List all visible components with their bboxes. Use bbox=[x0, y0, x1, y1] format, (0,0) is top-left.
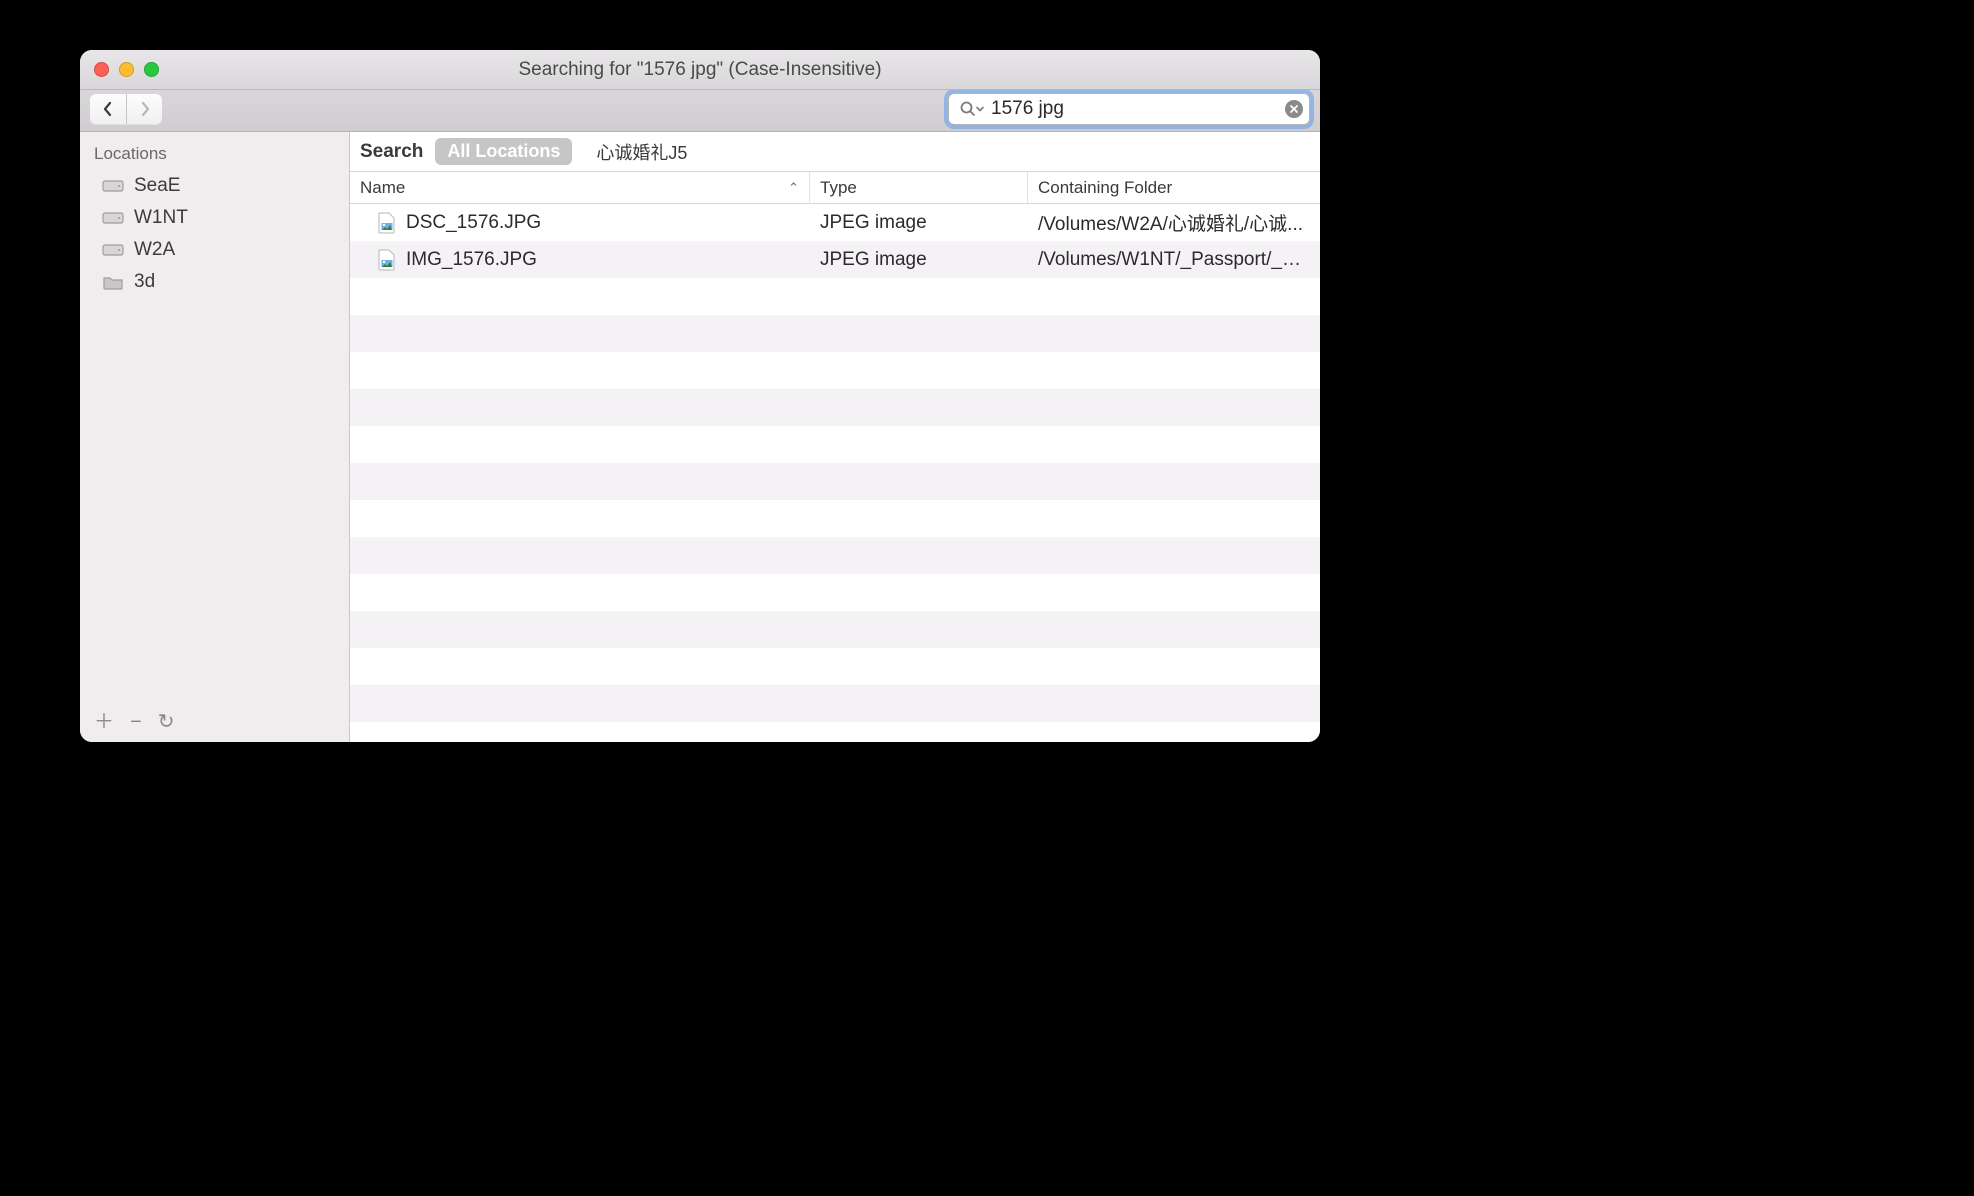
folder-icon bbox=[102, 273, 124, 291]
file-type: JPEG image bbox=[810, 212, 1028, 234]
clear-search-icon[interactable] bbox=[1285, 100, 1303, 118]
reload-icon[interactable]: ↻ bbox=[158, 712, 175, 732]
column-header-label: Name bbox=[360, 178, 405, 198]
titlebar[interactable]: Searching for "1576 jpg" (Case-Insensiti… bbox=[80, 50, 1320, 90]
search-scope-bar: Search All Locations 心诚婚礼J5 bbox=[350, 132, 1320, 172]
sidebar-item-label: SeaE bbox=[134, 175, 180, 197]
search-icon[interactable] bbox=[959, 100, 985, 118]
file-name: IMG_1576.JPG bbox=[406, 249, 537, 271]
scope-option-folder[interactable]: 心诚婚礼J5 bbox=[584, 136, 699, 168]
drive-icon bbox=[102, 209, 124, 227]
sidebar-item-folder[interactable]: 3d bbox=[80, 266, 349, 298]
results-header: Name ⌃ Type Containing Folder bbox=[350, 172, 1320, 204]
file-name: DSC_1576.JPG bbox=[406, 212, 541, 234]
search-scope-label: Search bbox=[360, 141, 423, 163]
window-title: Searching for "1576 jpg" (Case-Insensiti… bbox=[518, 59, 881, 81]
main-panel: Search All Locations 心诚婚礼J5 Name ⌃ Type … bbox=[350, 132, 1320, 742]
column-header-folder[interactable]: Containing Folder bbox=[1028, 172, 1320, 203]
column-header-label: Containing Folder bbox=[1038, 178, 1172, 198]
sidebar-item-label: 3d bbox=[134, 271, 155, 293]
result-row[interactable]: IMG_1576.JPG JPEG image /Volumes/W1NT/_P… bbox=[350, 241, 1320, 278]
sidebar-item-drive[interactable]: W1NT bbox=[80, 202, 349, 234]
sidebar-heading-locations: Locations bbox=[80, 140, 349, 170]
sidebar-item-drive[interactable]: W2A bbox=[80, 234, 349, 266]
nav-buttons bbox=[90, 94, 162, 124]
nav-back-button[interactable] bbox=[90, 94, 126, 124]
remove-location-icon[interactable]: − bbox=[130, 712, 142, 732]
add-location-icon[interactable]: ＋ bbox=[94, 712, 114, 732]
window-controls bbox=[94, 62, 159, 77]
column-header-label: Type bbox=[820, 178, 857, 198]
jpeg-file-icon bbox=[378, 249, 396, 271]
results-list[interactable]: DSC_1576.JPG JPEG image /Volumes/W2A/心诚婚… bbox=[350, 204, 1320, 742]
column-header-name[interactable]: Name ⌃ bbox=[350, 172, 810, 203]
sidebar: Locations SeaE W1NT W2A bbox=[80, 132, 350, 742]
search-input[interactable] bbox=[991, 98, 1279, 120]
sidebar-item-label: W2A bbox=[134, 239, 175, 261]
file-folder: /Volumes/W2A/心诚婚礼/心诚... bbox=[1028, 209, 1320, 236]
nav-forward-button bbox=[126, 94, 162, 124]
file-folder: /Volumes/W1NT/_Passport/_cla... bbox=[1028, 249, 1320, 271]
jpeg-file-icon bbox=[378, 212, 396, 234]
app-window: Searching for "1576 jpg" (Case-Insensiti… bbox=[80, 50, 1320, 742]
search-field[interactable] bbox=[948, 93, 1310, 125]
file-type: JPEG image bbox=[810, 249, 1028, 271]
sidebar-item-label: W1NT bbox=[134, 207, 188, 229]
result-row[interactable]: DSC_1576.JPG JPEG image /Volumes/W2A/心诚婚… bbox=[350, 204, 1320, 241]
toolbar bbox=[80, 90, 1320, 132]
minimize-window-button[interactable] bbox=[119, 62, 134, 77]
scope-option-all[interactable]: All Locations bbox=[435, 138, 572, 165]
sidebar-footer: ＋ − ↻ bbox=[80, 704, 349, 742]
close-window-button[interactable] bbox=[94, 62, 109, 77]
column-header-type[interactable]: Type bbox=[810, 172, 1028, 203]
drive-icon bbox=[102, 241, 124, 259]
sidebar-item-drive[interactable]: SeaE bbox=[80, 170, 349, 202]
drive-icon bbox=[102, 177, 124, 195]
sort-ascending-icon: ⌃ bbox=[788, 180, 799, 196]
fullscreen-window-button[interactable] bbox=[144, 62, 159, 77]
